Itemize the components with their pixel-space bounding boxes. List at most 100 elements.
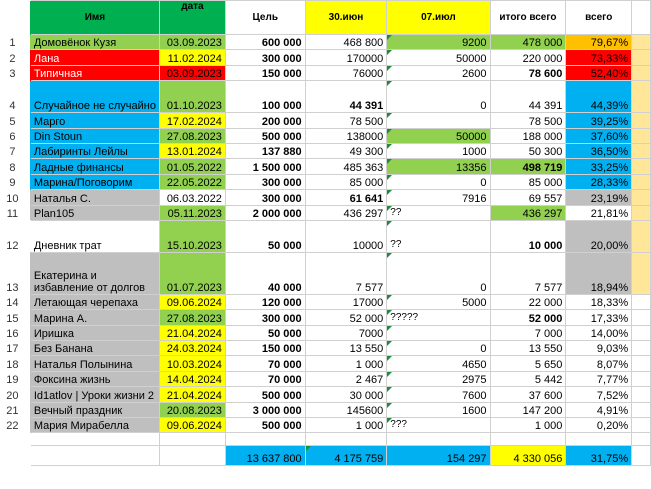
cell-date[interactable]: 21.04.2024 <box>158 324 226 342</box>
cell-goal[interactable]: 50 000 <box>224 219 306 253</box>
cell-total[interactable]: 7 000 <box>489 324 567 342</box>
empty-cell[interactable] <box>489 432 567 447</box>
cell-extra[interactable] <box>631 324 651 342</box>
cell-col-a[interactable]: 485 363 <box>304 158 388 175</box>
cell-date[interactable]: 17.02.2024 <box>158 112 226 129</box>
cell-name[interactable]: Летающая черепаха <box>29 293 160 311</box>
cell-total[interactable]: 69 557 <box>489 189 567 206</box>
cell-goal[interactable]: 70 000 <box>224 370 306 388</box>
cell-pct[interactable]: 52,40% <box>565 64 633 82</box>
cell-pct[interactable]: 0,20% <box>565 417 633 434</box>
cell-total[interactable]: 7 577 <box>489 251 567 295</box>
cell-col-a[interactable]: 7000 <box>304 324 388 342</box>
cell-col-a[interactable]: 85 000 <box>304 173 388 191</box>
table-row[interactable]: 6 Din Stoun 27.08.2023 500 000 138000 50000 18… <box>1 127 651 144</box>
totals-goal[interactable]: 13 637 800 <box>224 445 306 467</box>
cell-goal[interactable]: 1 500 000 <box>224 158 306 175</box>
cell-date[interactable]: 01.10.2023 <box>158 80 226 114</box>
cell-goal[interactable]: 300 000 <box>224 309 306 326</box>
header-name[interactable]: Имя <box>29 0 160 35</box>
header-date[interactable]: дата <box>158 0 226 35</box>
cell-extra[interactable] <box>631 173 651 191</box>
header-corner[interactable] <box>1 1 31 35</box>
row-number[interactable]: 4 <box>1 81 31 113</box>
table-row[interactable]: 17 Без Банана 24.03.2024 150 000 13 550 0 13 5… <box>1 340 651 357</box>
cell-col-a[interactable]: 52 000 <box>304 309 388 326</box>
cell-name[interactable]: Фоксина жизнь <box>29 370 160 388</box>
empty-cell[interactable] <box>565 432 633 447</box>
cell-date[interactable]: 01.05.2022 <box>158 158 226 175</box>
totals-date[interactable] <box>158 445 226 467</box>
cell-col-b[interactable]: 50000 <box>386 127 491 144</box>
cell-name[interactable]: Вечный праздник <box>29 401 160 419</box>
cell-name[interactable]: Екатерина и избавление от долгов <box>29 251 160 295</box>
cell-goal[interactable]: 500 000 <box>224 417 306 434</box>
table-row[interactable]: 16 Иришка 21.04.2024 50 000 7000 7 000 14,00% <box>1 324 651 342</box>
cell-total[interactable]: 22 000 <box>489 293 567 311</box>
cell-name[interactable]: Типичная <box>29 64 160 82</box>
cell-goal[interactable]: 100 000 <box>224 80 306 114</box>
totals-total[interactable]: 4 330 056 <box>489 445 567 467</box>
row-number[interactable]: 18 <box>1 356 31 371</box>
row-number[interactable]: 9 <box>1 174 31 189</box>
row-number[interactable]: 6 <box>1 128 31 143</box>
cell-goal[interactable]: 300 000 <box>224 189 306 206</box>
cell-col-b[interactable]: 5000 <box>386 293 491 311</box>
cell-col-a[interactable]: 10000 <box>304 219 388 253</box>
table-row[interactable]: 20 Id1atlov | Уроки жизни 2 21.04.2024 500 … <box>1 386 651 403</box>
cell-date[interactable]: 20.08.2023 <box>158 401 226 419</box>
cell-extra[interactable] <box>631 80 651 114</box>
table-row[interactable]: 10 Наталья С. 06.03.2022 300 000 61 641 7916 6… <box>1 189 651 206</box>
table-row[interactable]: 19 Фоксина жизнь 14.04.2024 70 000 2 467 2975… <box>1 370 651 388</box>
empty-row[interactable] <box>1 432 651 447</box>
cell-name[interactable]: Марина/Поговорим <box>29 173 160 191</box>
cell-total[interactable]: 5 442 <box>489 370 567 388</box>
cell-pct[interactable]: 33,25% <box>565 158 633 175</box>
cell-name[interactable]: Лабиринты Лейлы <box>29 142 160 160</box>
cell-date[interactable]: 11.02.2024 <box>158 49 226 66</box>
cell-date[interactable]: 03.09.2023 <box>158 33 226 51</box>
cell-col-a[interactable]: 1 000 <box>304 417 388 434</box>
cell-total[interactable]: 5 650 <box>489 355 567 372</box>
cell-goal[interactable]: 600 000 <box>224 33 306 51</box>
cell-total[interactable]: 10 000 <box>489 219 567 253</box>
cell-extra[interactable] <box>631 204 651 221</box>
cell-pct[interactable]: 28,33% <box>565 173 633 191</box>
cell-extra[interactable] <box>631 127 651 144</box>
cell-extra[interactable] <box>631 49 651 66</box>
table-row[interactable]: 11 Plan105 05.11.2023 2 000 000 436 297?? 436… <box>1 204 651 221</box>
table-row[interactable]: 15 Марина А. 27.08.2023 300 000 52 000????? 5… <box>1 309 651 326</box>
cell-date[interactable]: 27.08.2023 <box>158 309 226 326</box>
cell-name[interactable]: Дневник трат <box>29 219 160 253</box>
cell-col-b[interactable]: 2600 <box>386 64 491 82</box>
table-row[interactable]: 4 Случайное не случайно 01.10.2023 100 000 4… <box>1 80 651 114</box>
spreadsheet-grid[interactable]: Имя дата Цель 30.июн 07.июл итого всего всего 1… <box>0 0 651 467</box>
cell-total[interactable]: 44 391 <box>489 80 567 114</box>
cell-goal[interactable]: 40 000 <box>224 251 306 295</box>
cell-col-a[interactable]: 78 500 <box>304 112 388 129</box>
cell-extra[interactable] <box>631 309 651 326</box>
cell-extra[interactable] <box>631 142 651 160</box>
cell-total[interactable]: 436 297 <box>489 204 567 221</box>
row-number[interactable]: 3 <box>1 65 31 80</box>
row-number[interactable]: 12 <box>1 220 31 252</box>
cell-col-a[interactable]: 468 800 <box>304 33 388 51</box>
cell-extra[interactable] <box>631 219 651 253</box>
cell-total[interactable]: 50 300 <box>489 142 567 160</box>
table-row[interactable]: 18 Наталья Полынина 10.03.2024 70 000 1 000 4… <box>1 355 651 372</box>
cell-pct[interactable]: 18,94% <box>565 251 633 295</box>
cell-pct[interactable]: 23,19% <box>565 189 633 206</box>
cell-date[interactable]: 27.08.2023 <box>158 127 226 144</box>
cell-goal[interactable]: 300 000 <box>224 173 306 191</box>
cell-extra[interactable] <box>631 401 651 419</box>
header-goal[interactable]: Цель <box>224 0 306 35</box>
cell-pct[interactable]: 21,81% <box>565 204 633 221</box>
row-number[interactable]: 5 <box>1 113 31 128</box>
cell-date[interactable]: 15.10.2023 <box>158 219 226 253</box>
cell-col-b[interactable]: 7600 <box>386 386 491 403</box>
cell-extra[interactable] <box>631 64 651 82</box>
cell-pct[interactable]: 9,03% <box>565 340 633 357</box>
cell-date[interactable]: 03.09.2023 <box>158 64 226 82</box>
table-row[interactable]: 13 Екатерина и избавление от долгов 01.07.… <box>1 251 651 295</box>
cell-extra[interactable] <box>631 189 651 206</box>
